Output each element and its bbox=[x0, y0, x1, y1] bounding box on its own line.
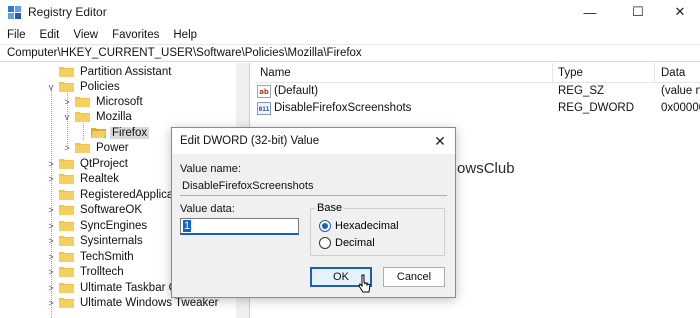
chevron-right-icon[interactable]: > bbox=[46, 283, 56, 293]
folder-icon bbox=[59, 66, 74, 77]
column-name[interactable]: Name bbox=[260, 67, 291, 79]
table-row[interactable]: 011 DisableFirefoxScreenshots REG_DWORD … bbox=[254, 101, 700, 117]
open-folder-icon bbox=[91, 127, 106, 138]
folder-icon bbox=[59, 251, 74, 262]
minimize-icon: — bbox=[583, 4, 597, 20]
menu-edit[interactable]: Edit bbox=[33, 26, 67, 44]
folder-icon bbox=[59, 220, 74, 231]
tree-item[interactable]: > QtProject bbox=[46, 156, 130, 171]
chevron-right-icon[interactable]: > bbox=[46, 236, 56, 246]
tree-item[interactable]: v Policies bbox=[46, 79, 122, 94]
folder-icon bbox=[59, 204, 74, 215]
chevron-right-icon[interactable]: > bbox=[62, 97, 72, 107]
menu-help[interactable]: Help bbox=[166, 26, 204, 44]
base-label: Base bbox=[315, 202, 345, 214]
value-data-text: 1 bbox=[183, 220, 192, 232]
tree-item[interactable]: > Power bbox=[62, 140, 131, 155]
column-type[interactable]: Type bbox=[558, 67, 583, 79]
menu-view[interactable]: View bbox=[66, 26, 105, 44]
tree-item[interactable]: > Realtek bbox=[46, 171, 121, 186]
folder-icon bbox=[59, 81, 74, 92]
folder-icon bbox=[59, 266, 74, 277]
menu-file[interactable]: File bbox=[0, 26, 33, 44]
chevron-down-icon[interactable]: v bbox=[62, 112, 72, 122]
cancel-button[interactable]: Cancel bbox=[383, 267, 445, 287]
minimize-button[interactable]: — bbox=[568, 0, 612, 24]
dialog-close-button[interactable]: ✕ bbox=[430, 132, 450, 150]
list-header: Name Type Data bbox=[254, 63, 700, 83]
close-icon: ✕ bbox=[434, 133, 446, 149]
edit-dword-dialog: Edit DWORD (32-bit) Value ✕ Value name: … bbox=[171, 127, 456, 298]
dialog-title-bar: Edit DWORD (32-bit) Value ✕ bbox=[172, 128, 455, 154]
folder-icon bbox=[75, 111, 90, 122]
chevron-right-icon[interactable]: > bbox=[46, 298, 56, 308]
string-value-icon: ab bbox=[257, 85, 271, 98]
folder-icon bbox=[75, 96, 90, 107]
close-icon: ✕ bbox=[674, 4, 686, 19]
radio-hexadecimal[interactable]: Hexadecimal bbox=[319, 220, 399, 232]
value-data-input[interactable]: 1 bbox=[180, 218, 299, 235]
tree-item[interactable]: v Mozilla bbox=[62, 109, 134, 124]
chevron-right-icon[interactable]: > bbox=[46, 159, 56, 169]
chevron-right-icon[interactable]: > bbox=[62, 143, 72, 153]
tree-item-selected[interactable]: Firefox bbox=[78, 125, 150, 140]
folder-icon bbox=[75, 142, 90, 153]
address-bar[interactable]: Computer\HKEY_CURRENT_USER\Software\Poli… bbox=[0, 44, 700, 62]
close-button[interactable]: ✕ bbox=[658, 0, 700, 24]
maximize-button[interactable]: ☐ bbox=[616, 0, 660, 24]
tree-item[interactable]: > Ultimate Taskbar Cor bbox=[46, 280, 189, 295]
tree-item[interactable]: > SyncEngines bbox=[46, 218, 149, 233]
window-title: Registry Editor bbox=[28, 5, 107, 19]
folder-icon bbox=[59, 189, 74, 200]
value-data-label: Value data: bbox=[180, 203, 235, 215]
mouse-cursor-icon bbox=[358, 274, 372, 294]
folder-icon bbox=[59, 282, 74, 293]
radio-decimal[interactable]: Decimal bbox=[319, 237, 375, 249]
table-row[interactable]: ab (Default) REG_SZ (value n bbox=[254, 84, 700, 100]
menu-favorites[interactable]: Favorites bbox=[105, 26, 166, 44]
chevron-right-icon[interactable]: > bbox=[46, 205, 56, 215]
tree-item[interactable]: Partition Assistant bbox=[46, 64, 173, 79]
menu-bar: File Edit View Favorites Help bbox=[0, 26, 204, 44]
folder-icon bbox=[59, 158, 74, 169]
tree-item[interactable]: > Trolltech bbox=[46, 264, 126, 279]
chevron-right-icon[interactable]: > bbox=[46, 267, 56, 277]
title-bar: Registry Editor — ☐ ✕ bbox=[0, 0, 700, 24]
tree-item[interactable]: > Microsoft bbox=[62, 94, 145, 109]
registry-editor-icon bbox=[7, 5, 22, 20]
dialog-title: Edit DWORD (32-bit) Value bbox=[180, 135, 320, 147]
folder-icon bbox=[59, 173, 74, 184]
chevron-down-icon[interactable]: v bbox=[46, 82, 56, 92]
tree-item[interactable]: > SoftwareOK bbox=[46, 202, 144, 217]
folder-icon bbox=[59, 297, 74, 308]
chevron-right-icon[interactable]: > bbox=[46, 221, 56, 231]
radio-button-selected[interactable] bbox=[319, 220, 331, 232]
chevron-right-icon[interactable]: > bbox=[46, 252, 56, 262]
column-data[interactable]: Data bbox=[661, 67, 685, 79]
radio-button[interactable] bbox=[319, 237, 331, 249]
tree-item[interactable]: > TechSmith bbox=[46, 249, 136, 264]
value-name-label: Value name: bbox=[180, 163, 241, 175]
folder-icon bbox=[59, 235, 74, 246]
value-name-field[interactable]: DisableFirefoxScreenshots bbox=[180, 178, 447, 196]
tree-item[interactable]: > Sysinternals bbox=[46, 233, 145, 248]
dword-value-icon: 011 bbox=[257, 102, 271, 115]
maximize-icon: ☐ bbox=[632, 4, 644, 19]
chevron-right-icon[interactable]: > bbox=[46, 174, 56, 184]
